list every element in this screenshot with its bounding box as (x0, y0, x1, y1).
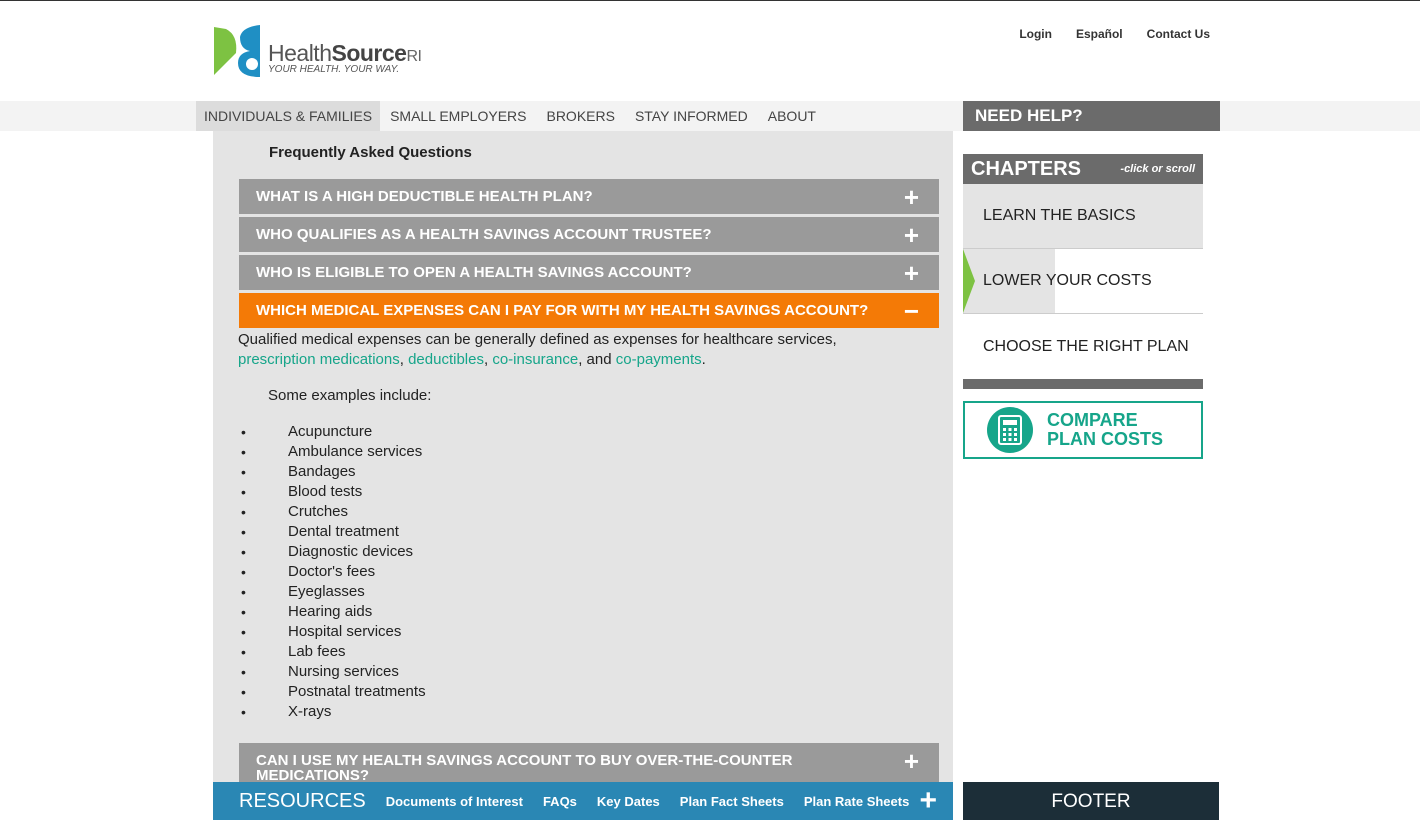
faqs-link[interactable]: FAQs (543, 794, 577, 809)
list-item: • Hearing aids (238, 602, 426, 622)
examples-list: • Acupuncture • Ambulance services • Bandag… (238, 422, 426, 722)
chapter-label: LEARN THE BASICS (983, 207, 1136, 224)
nav-item-brokers[interactable]: BROKERS (536, 101, 624, 131)
bullet-icon: • (241, 584, 246, 600)
faq-question-label: WHAT IS A HIGH DEDUCTIBLE HEALTH PLAN? (256, 188, 593, 205)
list-item: • X-rays (238, 702, 426, 722)
deductibles-link[interactable]: deductibles (408, 351, 484, 368)
co-payments-link[interactable]: co-payments (616, 351, 702, 368)
list-item: • Dental treatment (238, 522, 426, 542)
list-item: • Bandages (238, 462, 426, 482)
compare-plan-costs-button[interactable]: COMPARE PLAN COSTS (963, 401, 1203, 459)
chapters-divider (963, 379, 1203, 389)
collapse-minus-icon: − (903, 296, 919, 326)
bullet-icon: • (241, 644, 246, 660)
resources-bar: RESOURCES Documents of Interest FAQs Key… (213, 782, 953, 820)
bullet-icon: • (241, 564, 246, 580)
list-item: • Ambulance services (238, 442, 426, 462)
expand-plus-icon: + (903, 746, 919, 776)
main-content: Frequently Asked Questions WHAT IS A HIG… (213, 131, 953, 820)
list-item: • Diagnostic devices (238, 542, 426, 562)
bullet-icon: • (241, 544, 246, 560)
faq-heading: Frequently Asked Questions (269, 144, 472, 161)
list-item: • Blood tests (238, 482, 426, 502)
bullet-icon: • (241, 524, 246, 540)
bullet-icon: • (241, 704, 246, 720)
chapter-lower-your-costs[interactable]: LOWER YOUR COSTS (963, 249, 1203, 314)
logo-wordmark: HealthSourceRI (268, 40, 422, 66)
plan-rate-sheets-link[interactable]: Plan Rate Sheets (804, 794, 910, 809)
expand-plus-icon: + (903, 220, 919, 250)
bullet-icon: • (241, 424, 246, 440)
list-item: • Acupuncture (238, 422, 426, 442)
faq-question-eligibility[interactable]: WHO IS ELIGIBLE TO OPEN A HEALTH SAVINGS… (239, 255, 939, 290)
bullet-icon: • (241, 464, 246, 480)
chapter-choose-the-right-plan[interactable]: CHOOSE THE RIGHT PLAN (963, 314, 1203, 379)
chapters-panel: CHAPTERS -click or scroll LEARN THE BASI… (963, 154, 1203, 389)
list-item: • Lab fees (238, 642, 426, 662)
nav-item-stay-informed[interactable]: STAY INFORMED (625, 101, 758, 131)
bullet-icon: • (241, 504, 246, 520)
chapters-title: CHAPTERS (971, 157, 1082, 180)
bullet-icon: • (241, 484, 246, 500)
chapter-learn-the-basics[interactable]: LEARN THE BASICS (963, 184, 1203, 249)
expand-plus-icon: + (903, 182, 919, 212)
faq-question-hdhp[interactable]: WHAT IS A HIGH DEDUCTIBLE HEALTH PLAN? + (239, 179, 939, 214)
resources-title: RESOURCES (239, 790, 366, 812)
examples-label: Some examples include: (268, 387, 432, 404)
main-nav: INDIVIDUALS & FAMILIES SMALL EMPLOYERS B… (196, 101, 826, 131)
faq-question-trustee[interactable]: WHO QUALIFIES AS A HEALTH SAVINGS ACCOUN… (239, 217, 939, 252)
utility-nav: Login Español Contact Us (1019, 27, 1210, 41)
plan-fact-sheets-link[interactable]: Plan Fact Sheets (680, 794, 784, 809)
list-item: • Nursing services (238, 662, 426, 682)
bullet-icon: • (241, 664, 246, 680)
nav-item-about[interactable]: ABOUT (758, 101, 826, 131)
answer-and-text: , and (578, 351, 612, 368)
list-item: • Hospital services (238, 622, 426, 642)
footer-tab[interactable]: FOOTER (963, 782, 1219, 820)
need-help-button[interactable]: NEED HELP? (963, 101, 1220, 131)
nav-item-small-employers[interactable]: SMALL EMPLOYERS (380, 101, 536, 131)
chapters-header: CHAPTERS -click or scroll (963, 154, 1203, 184)
resources-expand-plus-icon[interactable]: + (919, 786, 937, 816)
chapter-label: LOWER YOUR COSTS (983, 272, 1152, 289)
list-item: • Eyeglasses (238, 582, 426, 602)
bullet-icon: • (241, 604, 246, 620)
nav-item-individuals-families[interactable]: INDIVIDUALS & FAMILIES (196, 101, 381, 131)
bullet-icon: • (241, 444, 246, 460)
faq-question-label: WHICH MEDICAL EXPENSES CAN I PAY FOR WIT… (256, 302, 869, 319)
logo-tagline: YOUR HEALTH. YOUR WAY. (268, 64, 400, 75)
faq-question-label: WHO QUALIFIES AS A HEALTH SAVINGS ACCOUN… (256, 226, 712, 243)
expand-plus-icon: + (903, 258, 919, 288)
co-insurance-link[interactable]: co-insurance (492, 351, 578, 368)
answer-intro: Qualified medical expenses can be genera… (238, 331, 837, 348)
espanol-link[interactable]: Español (1076, 27, 1123, 41)
list-item: • Crutches (238, 502, 426, 522)
faq-question-label: WHO IS ELIGIBLE TO OPEN A HEALTH SAVINGS… (256, 264, 692, 281)
login-link[interactable]: Login (1019, 27, 1052, 41)
faq-question-medical-expenses[interactable]: WHICH MEDICAL EXPENSES CAN I PAY FOR WIT… (239, 293, 939, 328)
faq-question-label: CAN I USE MY HEALTH SAVINGS ACCOUNT TO B… (256, 752, 793, 784)
chapter-label: CHOOSE THE RIGHT PLAN (983, 337, 1189, 355)
contact-us-link[interactable]: Contact Us (1147, 27, 1210, 41)
bullet-icon: • (241, 624, 246, 640)
compare-plan-costs-label: COMPARE PLAN COSTS (1047, 410, 1164, 449)
list-item: • Doctor's fees (238, 562, 426, 582)
faq-answer-text: Qualified medical expenses can be genera… (238, 331, 837, 368)
key-dates-link[interactable]: Key Dates (597, 794, 660, 809)
documents-of-interest-link[interactable]: Documents of Interest (386, 794, 523, 809)
bullet-icon: • (241, 684, 246, 700)
prescription-medications-link[interactable]: prescription medications (238, 351, 400, 368)
site-logo[interactable]: HealthSourceRI YOUR HEALTH. YOUR WAY. (212, 23, 442, 79)
list-item: • Postnatal treatments (238, 682, 426, 702)
faq-question-otc-medications[interactable]: CAN I USE MY HEALTH SAVINGS ACCOUNT TO B… (239, 743, 939, 783)
current-chapter-arrow-icon (963, 249, 975, 313)
calculator-icon (987, 407, 1033, 453)
logo-mark-icon (214, 25, 260, 77)
chapters-hint: -click or scroll (1120, 163, 1195, 175)
